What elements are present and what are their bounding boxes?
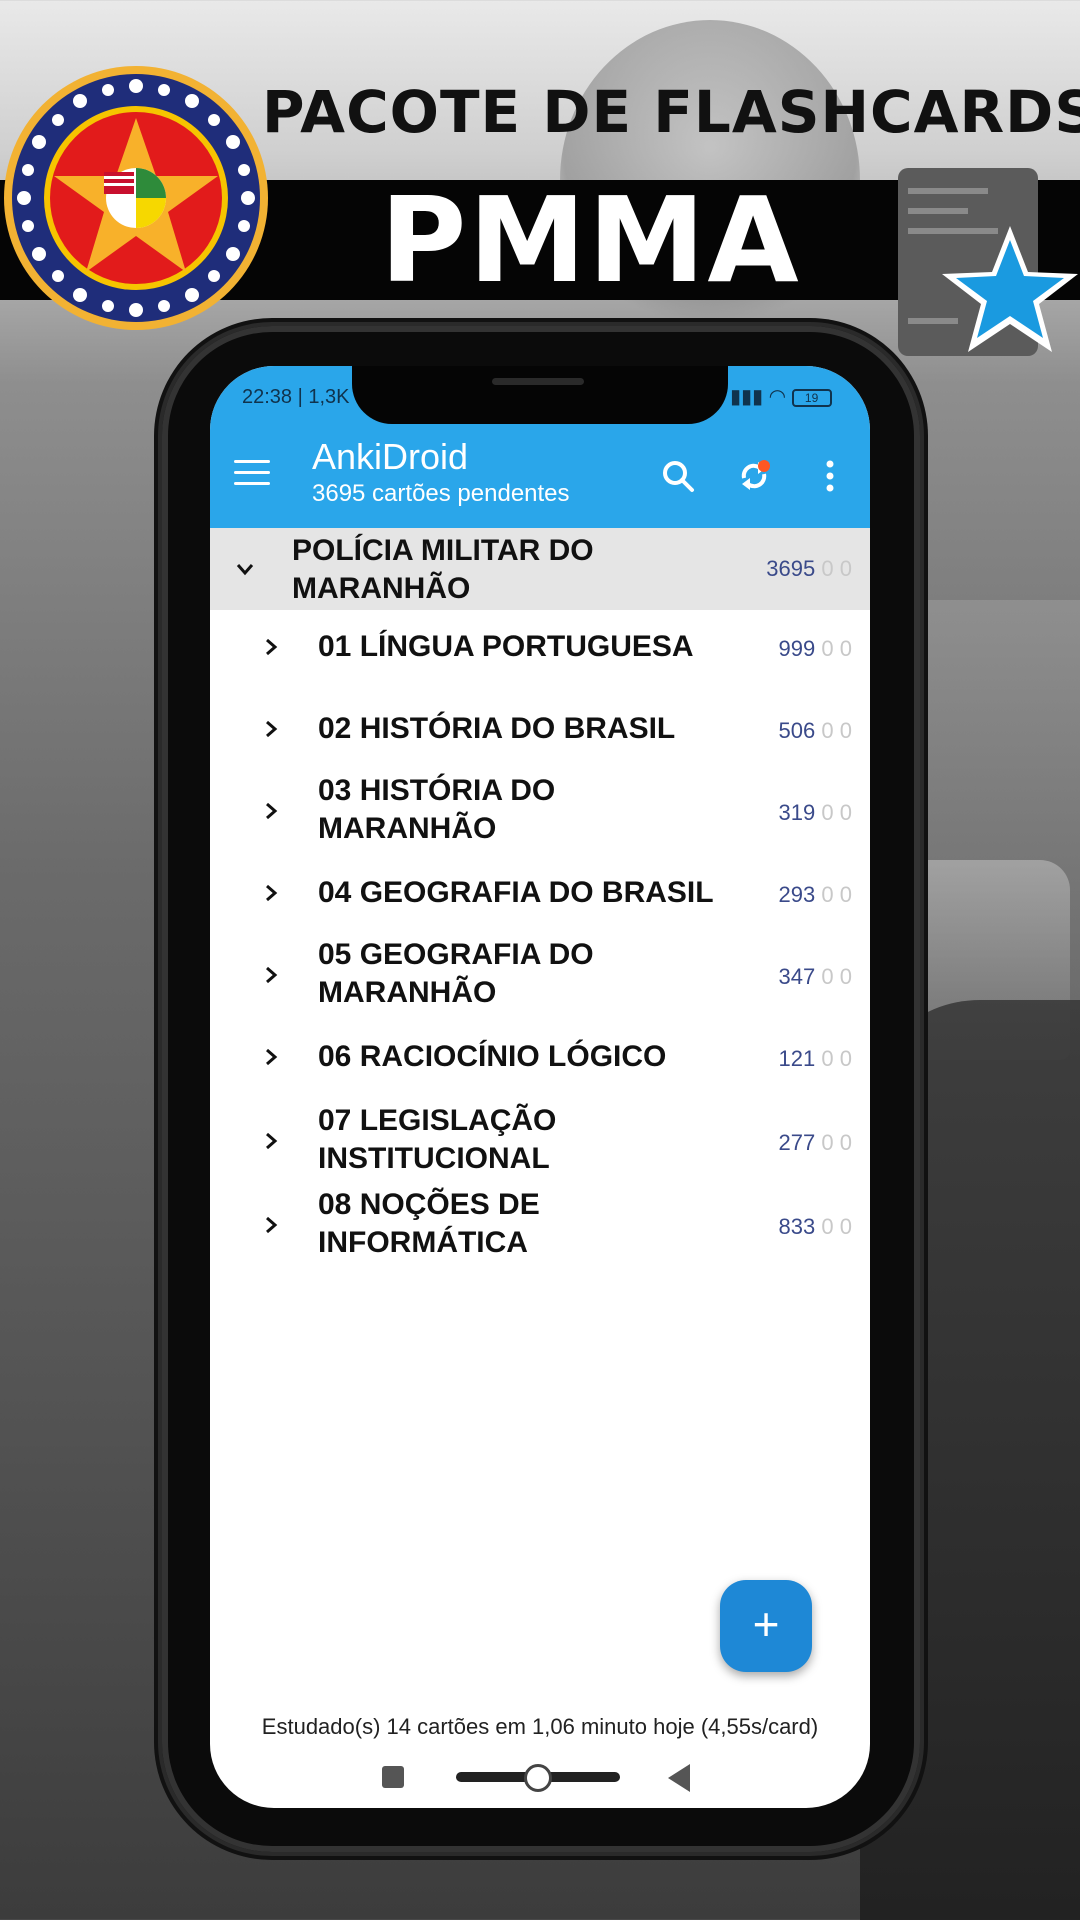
battery-icon: 19: [791, 388, 832, 407]
chevron-right-icon[interactable]: [260, 800, 282, 822]
status-icons: ▮▮▮ ◠ 19: [730, 384, 832, 409]
recents-icon[interactable]: [382, 1766, 404, 1788]
deck-name: 08 NOÇÕES DE INFORMÁTICA: [318, 1188, 540, 1259]
system-nav-bar: [210, 1758, 870, 1808]
plus-icon: +: [752, 1598, 780, 1650]
search-icon[interactable]: [654, 452, 702, 500]
review-count: 0: [839, 556, 852, 581]
home-icon[interactable]: [524, 1764, 552, 1792]
app-toolbar: AnkiDroid 3695 cartões pendentes: [210, 426, 870, 528]
learn-count: 0: [821, 556, 834, 581]
deck-row[interactable]: 02 HISTÓRIA DO BRASIL 506 0 0: [210, 688, 870, 770]
pmma-emblem-icon: [4, 66, 268, 330]
deck-counts: 347 0 0: [778, 964, 852, 989]
deck-name: 03 HISTÓRIA DO MARANHÃO: [318, 774, 556, 845]
deck-row[interactable]: 04 GEOGRAFIA DO BRASIL 293 0 0: [210, 854, 870, 934]
sync-badge: [758, 460, 770, 472]
deck-counts: 293 0 0: [778, 882, 852, 907]
sync-button[interactable]: [730, 452, 778, 500]
deck-row[interactable]: 08 NOÇÕES DE INFORMÁTICA 833 0 0: [210, 1182, 870, 1266]
sync-icon: [741, 462, 767, 490]
deck-row[interactable]: 05 GEOGRAFIA DO MARANHÃO 347 0 0: [210, 934, 870, 1018]
deck-name: 02 HISTÓRIA DO BRASIL: [318, 712, 676, 745]
back-icon[interactable]: [668, 1764, 690, 1792]
more-vert-icon[interactable]: [806, 452, 854, 500]
deck-name: 05 GEOGRAFIA DO MARANHÃO: [318, 938, 594, 1009]
deck-row-parent[interactable]: POLÍCIA MILITAR DO MARANHÃO 3695 0 0: [210, 528, 870, 610]
chevron-right-icon[interactable]: [260, 636, 282, 658]
banner-title: PACOTE DE FLASHCARDS: [262, 78, 1080, 146]
deck-row[interactable]: 06 RACIOCÍNIO LÓGICO 121 0 0: [210, 1018, 870, 1098]
chevron-right-icon[interactable]: [260, 1046, 282, 1068]
deck-name: 01 LÍNGUA PORTUGUESA: [318, 630, 694, 663]
study-stats: Estudado(s) 14 cartões em 1,06 minuto ho…: [261, 1714, 819, 1739]
deck-counts: 319 0 0: [778, 800, 852, 825]
deck-name: 06 RACIOCÍNIO LÓGICO: [318, 1040, 667, 1073]
deck-counts: 833 0 0: [778, 1214, 852, 1239]
chevron-right-icon[interactable]: [260, 882, 282, 904]
deck-counts: 277 0 0: [778, 1130, 852, 1155]
wifi-icon: ◠: [768, 386, 787, 408]
banner-main-title: PMMA: [380, 171, 801, 309]
phone-speaker: [492, 378, 584, 385]
deck-name: POLÍCIA MILITAR DO MARANHÃO: [292, 534, 594, 605]
phone-notch: [352, 366, 728, 424]
status-time: 22:38 | 1,3K: [242, 386, 350, 408]
new-count: 3695: [766, 556, 816, 581]
deck-row[interactable]: 07 LEGISLAÇÃO INSTITUCIONAL 277 0 0: [210, 1098, 870, 1182]
add-button[interactable]: +: [720, 1580, 812, 1672]
deck-row[interactable]: 03 HISTÓRIA DO MARANHÃO 319 0 0: [210, 770, 870, 852]
signal-icon: ▮▮▮: [730, 386, 764, 408]
chevron-right-icon[interactable]: [260, 1214, 282, 1236]
chevron-down-icon[interactable]: [234, 558, 256, 580]
chevron-right-icon[interactable]: [260, 718, 282, 740]
app-title: AnkiDroid: [312, 436, 469, 477]
due-cards-subtitle: 3695 cartões pendentes: [312, 480, 570, 507]
deck-counts: 121 0 0: [778, 1046, 852, 1071]
anki-star-logo-icon: [898, 168, 1078, 356]
deck-counts: 3695 0 0: [766, 556, 852, 582]
ankidroid-screen: 22:38 | 1,3K ▮▮▮ ◠ 19 AnkiDroid 3695 car…: [210, 366, 870, 1808]
chevron-right-icon[interactable]: [260, 964, 282, 986]
menu-icon[interactable]: [234, 460, 270, 490]
chevron-right-icon[interactable]: [260, 1130, 282, 1152]
deck-name: 07 LEGISLAÇÃO INSTITUCIONAL: [318, 1104, 557, 1175]
deck-row[interactable]: 01 LÍNGUA PORTUGUESA 999 0 0: [210, 610, 870, 686]
deck-counts: 506 0 0: [778, 718, 852, 743]
deck-name: 04 GEOGRAFIA DO BRASIL: [318, 876, 714, 909]
deck-counts: 999 0 0: [778, 636, 852, 661]
